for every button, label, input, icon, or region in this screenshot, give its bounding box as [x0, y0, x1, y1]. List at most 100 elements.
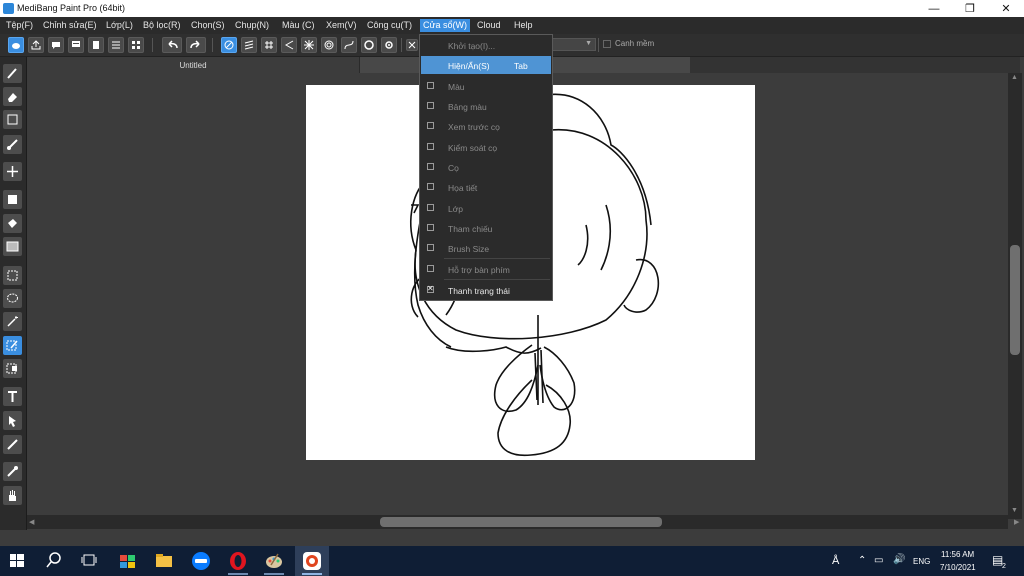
speech-bubble-icon[interactable]	[68, 37, 84, 53]
menu-edit[interactable]: Chỉnh sửa(E)	[40, 19, 100, 32]
crisscross-snap-icon[interactable]	[261, 37, 277, 53]
menu-cloud[interactable]: Cloud	[474, 19, 504, 32]
radial-snap-icon[interactable]	[301, 37, 317, 53]
move-icon[interactable]	[3, 162, 22, 181]
scroll-up-icon[interactable]: ▲	[1011, 74, 1018, 81]
medibang-app-icon[interactable]	[302, 551, 322, 571]
lasso-icon[interactable]	[3, 289, 22, 308]
menu-item-keyboard-support[interactable]: Hỗ trợ bàn phím	[421, 260, 551, 278]
brush-option-select[interactable]: ▼	[552, 38, 596, 51]
menu-item-reference[interactable]: Tham chiếu	[421, 219, 551, 237]
file-explorer-icon[interactable]	[154, 551, 174, 571]
text-icon[interactable]	[3, 387, 22, 406]
menu-help[interactable]: Help	[511, 19, 536, 32]
brush-icon[interactable]	[3, 64, 22, 83]
menu-item-label: Màu	[448, 82, 465, 92]
grid-icon[interactable]	[128, 37, 144, 53]
menu-separator	[444, 258, 550, 259]
menu-item-palette[interactable]: Bảng màu	[421, 97, 551, 115]
menu-item-label: Brush Size	[448, 244, 490, 254]
list-icon[interactable]	[108, 37, 124, 53]
menu-filter[interactable]: Bộ lọc(R)	[140, 19, 184, 32]
scroll-right-icon[interactable]: ▶	[1014, 518, 1019, 526]
vertical-scroll-thumb[interactable]	[1010, 245, 1020, 355]
windows-start-icon[interactable]	[8, 551, 28, 571]
restore-button[interactable]: ❐	[952, 0, 988, 17]
photos-app-icon[interactable]	[118, 551, 138, 571]
scroll-down-icon[interactable]: ▼	[1011, 507, 1018, 514]
redo-icon[interactable]	[186, 37, 206, 53]
menu-item-brush[interactable]: Cọ	[421, 158, 551, 176]
gradient-icon[interactable]	[3, 237, 22, 256]
menu-layer[interactable]: Lớp(L)	[103, 19, 136, 32]
eraser-icon[interactable]	[3, 87, 22, 106]
menu-file[interactable]: Tệp(F)	[3, 19, 36, 32]
smoothing-checkbox[interactable]	[603, 40, 611, 48]
vanishing-point-icon[interactable]	[281, 37, 297, 53]
document-tab[interactable]: Untitled	[27, 57, 360, 73]
battery-icon[interactable]: ▭	[874, 555, 883, 566]
minimize-button[interactable]: —	[916, 0, 952, 17]
select-pen-icon[interactable]	[3, 336, 22, 355]
menu-item-label: Khởi tạo(I)...	[448, 41, 496, 51]
menu-item-color[interactable]: Màu	[421, 77, 551, 95]
search-icon[interactable]	[45, 551, 65, 571]
magic-wand-icon[interactable]	[3, 312, 22, 331]
close-button[interactable]: ✕	[988, 0, 1024, 17]
blur-icon[interactable]	[3, 135, 22, 154]
select-eraser-icon[interactable]	[3, 359, 22, 378]
chevron-up-icon[interactable]: ⌃	[858, 555, 866, 566]
select-rect-icon[interactable]	[3, 266, 22, 285]
menu-item-label: Hỗ trợ bàn phím	[448, 265, 510, 275]
share-icon[interactable]	[28, 37, 44, 53]
paint-palette-icon[interactable]	[264, 551, 284, 571]
menu-select[interactable]: Chọn(S)	[188, 19, 228, 32]
bucket-icon[interactable]	[3, 214, 22, 233]
people-icon[interactable]: Å	[832, 555, 839, 567]
undo-icon[interactable]	[162, 37, 182, 53]
menu-tools[interactable]: Công cụ(T)	[364, 19, 415, 32]
menu-item-brush-control[interactable]: Kiểm soát cọ	[421, 138, 551, 156]
menu-view[interactable]: Xem(V)	[323, 19, 360, 32]
snap-off-icon[interactable]	[221, 37, 237, 53]
menu-item-status-bar[interactable]: Thanh trạng thái	[421, 281, 551, 299]
menu-item-label: Bảng màu	[448, 102, 487, 112]
menu-snap[interactable]: Chụp(N)	[232, 19, 272, 32]
checkbox-icon	[427, 143, 434, 150]
volume-icon[interactable]: 🔊	[893, 554, 905, 565]
antialias-toggle-icon[interactable]	[406, 39, 418, 51]
notification-count: 2	[1002, 563, 1006, 570]
gear-icon[interactable]	[381, 37, 397, 53]
menu-color[interactable]: Màu (C)	[279, 19, 318, 32]
comment-icon[interactable]	[48, 37, 64, 53]
parallel-snap-icon[interactable]	[241, 37, 257, 53]
operation-icon[interactable]	[3, 411, 22, 430]
scroll-left-icon[interactable]: ◀	[29, 518, 34, 526]
hand-icon[interactable]	[3, 486, 22, 505]
ellipse-snap-icon[interactable]	[361, 37, 377, 53]
menu-item-brush-preview[interactable]: Xem trước cọ	[421, 117, 551, 135]
language-indicator[interactable]: ENG	[913, 557, 930, 566]
menu-item-shortcut: Tab	[514, 61, 528, 71]
menu-item-show-hide[interactable]: Hiện/Ẩn(S) Tab	[421, 56, 551, 74]
circle-snap-icon[interactable]	[321, 37, 337, 53]
opera-browser-icon[interactable]	[228, 551, 248, 571]
divide-panel-icon[interactable]	[3, 435, 22, 454]
menu-item-init[interactable]: Khởi tạo(I)...	[421, 36, 551, 54]
menu-item-label: Tham chiếu	[448, 224, 493, 234]
dot-tool-icon[interactable]	[3, 110, 22, 129]
menu-item-layer[interactable]: Lớp	[421, 199, 551, 217]
menu-item-brush-size[interactable]: Brush Size	[421, 239, 551, 257]
horizontal-scroll-thumb[interactable]	[380, 517, 662, 527]
menu-item-material[interactable]: Họa tiết	[421, 178, 551, 196]
cloud-icon[interactable]	[8, 37, 24, 53]
eyedropper-icon[interactable]	[3, 462, 22, 481]
zalo-app-icon[interactable]	[191, 551, 211, 571]
menu-window[interactable]: Cửa sổ(W)	[420, 19, 471, 32]
curve-snap-icon[interactable]	[341, 37, 357, 53]
shape-fill-icon[interactable]	[3, 190, 22, 209]
clock-time[interactable]: 11:56 AM	[941, 550, 974, 559]
clock-date[interactable]: 7/10/2021	[940, 563, 976, 572]
task-view-icon[interactable]	[80, 551, 100, 571]
page-icon[interactable]	[88, 37, 104, 53]
